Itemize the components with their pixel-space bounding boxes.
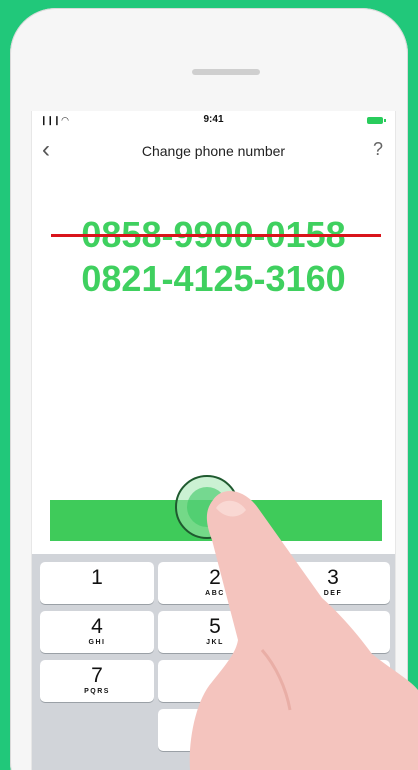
key-6[interactable] bbox=[276, 611, 390, 653]
key-7[interactable]: 7 PQRS bbox=[40, 660, 154, 702]
key-digit: 3 bbox=[327, 566, 339, 589]
key-digit: 1 bbox=[91, 566, 103, 589]
page-title: Change phone number bbox=[141, 143, 286, 159]
new-phone-number: 0821-4125-3160 bbox=[81, 258, 346, 299]
status-bar: ❙❙❙ ◠ 9:41 bbox=[32, 111, 395, 129]
key-digit bbox=[158, 660, 272, 665]
battery-icon bbox=[367, 117, 386, 124]
phone-speaker bbox=[192, 69, 260, 75]
key-digit: 4 bbox=[91, 615, 103, 638]
key-digit: 2 bbox=[209, 566, 221, 589]
key-letters: JKL bbox=[206, 639, 224, 646]
key-digit bbox=[276, 660, 390, 665]
key-letters: DEF bbox=[323, 590, 343, 597]
phone-screen: ❙❙❙ ◠ 9:41 ‹ Change phone number ? 0858-… bbox=[31, 111, 396, 770]
key-1[interactable]: 1 bbox=[40, 562, 154, 604]
key-letters: ABC bbox=[205, 590, 225, 597]
nav-bar: ‹ Change phone number ? bbox=[32, 133, 395, 169]
key-digit bbox=[276, 611, 390, 616]
key-digit: 5 bbox=[209, 615, 221, 638]
key-9[interactable] bbox=[276, 660, 390, 702]
key-0[interactable] bbox=[158, 709, 272, 751]
key-3[interactable]: 3 DEF bbox=[276, 562, 390, 604]
tap-indicator bbox=[175, 475, 239, 539]
strikethrough-line bbox=[51, 234, 381, 237]
key-2[interactable]: 2 ABC bbox=[158, 562, 272, 604]
key-digit: 7 bbox=[91, 664, 103, 687]
key-5[interactable]: 5 JKL bbox=[158, 611, 272, 653]
key-letters: GHI bbox=[88, 639, 106, 646]
key-8[interactable] bbox=[158, 660, 272, 702]
key-4[interactable]: 4 GHI bbox=[40, 611, 154, 653]
help-icon[interactable]: ? bbox=[373, 139, 383, 160]
key-letters: PQRS bbox=[84, 688, 110, 695]
status-time: 9:41 bbox=[203, 114, 224, 125]
numeric-keypad: 1 2 ABC 3 DEF 4 GHI 5 JKL 7 PQRS bbox=[32, 554, 395, 770]
key-digit bbox=[158, 709, 272, 714]
